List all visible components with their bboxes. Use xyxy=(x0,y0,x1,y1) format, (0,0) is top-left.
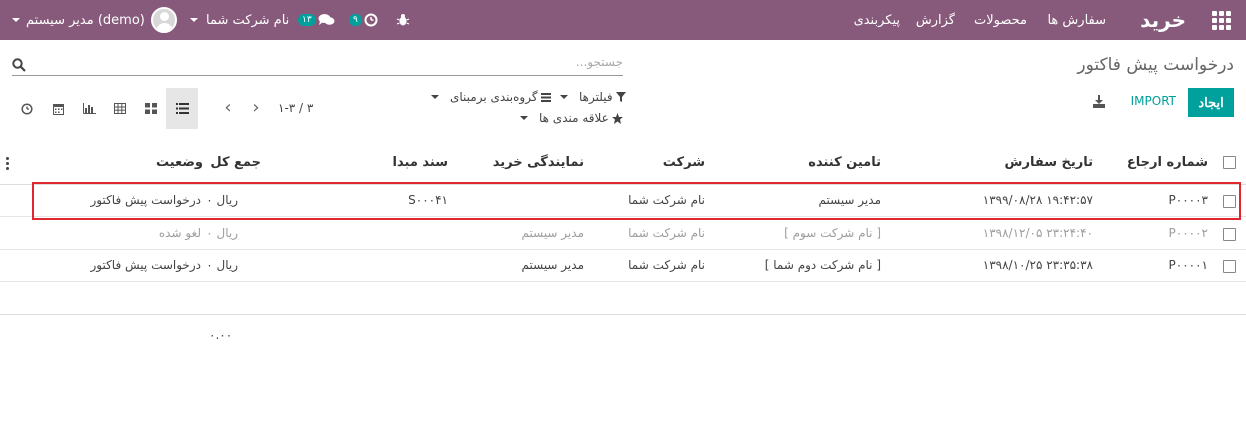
column-header-vendor[interactable]: تامین کننده xyxy=(808,155,881,170)
table-row[interactable]: P۰۰۰۰۲ ۱۳۹۸/۱۲/۰۵ ۲۳:۲۴:۴۰ [ نام شرکت سو… xyxy=(0,218,1246,250)
column-header-company[interactable]: شرکت xyxy=(663,155,705,170)
groupby-label: گروه‌بندی برمبنای xyxy=(450,90,538,104)
groupby-button[interactable]: گروه‌بندی برمبنای xyxy=(431,90,551,104)
cell-reference: P۰۰۰۰۲ xyxy=(1168,226,1208,240)
table-footer xyxy=(0,314,1246,315)
cell-order-date: ۱۳۹۸/۱۰/۲۵ ۲۳:۳۵:۳۸ xyxy=(982,258,1093,272)
chevron-down-icon xyxy=(190,18,198,22)
row-checkbox[interactable] xyxy=(1223,228,1236,241)
cell-purchase-rep: مدیر سیستم xyxy=(521,258,585,272)
app-brand[interactable]: خرید xyxy=(1140,0,1186,40)
comments-icon xyxy=(318,14,335,25)
column-header-status[interactable]: وضعیت xyxy=(156,155,203,170)
pager-next-icon[interactable]: › xyxy=(250,99,262,117)
user-name: مدیر سیستم (demo) xyxy=(26,12,145,28)
company-name: نام شرکت شما xyxy=(206,12,290,28)
column-header-reference[interactable]: شماره ارجاع xyxy=(1127,155,1208,170)
column-header-order-date[interactable]: تاریخ سفارش xyxy=(1005,155,1093,170)
cell-total: ۰ ریال xyxy=(206,226,238,240)
download-icon[interactable] xyxy=(1093,95,1105,108)
cell-reference: P۰۰۰۰۳ xyxy=(1168,193,1208,207)
user-menu[interactable]: مدیر سیستم (demo) xyxy=(12,0,177,40)
bars-icon xyxy=(540,92,551,102)
cell-status: درخواست پیش فاکتور xyxy=(90,258,201,272)
messaging-button[interactable]: ۱۳ xyxy=(298,0,335,40)
top-navbar: خرید سفارش ها محصولات گزارش پیکربندی ۹ ۱… xyxy=(0,0,1246,40)
cell-status: درخواست پیش فاکتور xyxy=(90,193,201,207)
list-view-icon[interactable] xyxy=(166,88,198,129)
activity-count-badge: ۹ xyxy=(349,14,362,26)
chevron-down-icon xyxy=(12,18,20,22)
create-button[interactable]: ایجاد xyxy=(1188,88,1234,117)
empty-row xyxy=(0,283,1246,315)
filters-label: فیلترها xyxy=(579,90,613,104)
page-title: درخواست پیش فاکتور xyxy=(1077,55,1234,75)
cell-purchase-rep: مدیر سیستم xyxy=(521,226,585,240)
select-all-checkbox[interactable] xyxy=(1223,156,1236,169)
cell-vendor: [ نام شرکت دوم شما ] xyxy=(764,258,881,272)
column-header-source[interactable]: سند مبدا xyxy=(393,155,448,170)
cell-vendor: مدیر سیستم xyxy=(818,193,882,207)
debug-bug-icon[interactable] xyxy=(396,0,410,40)
cell-total: ۰ ریال xyxy=(206,193,238,207)
row-checkbox[interactable] xyxy=(1223,260,1236,273)
footer-total: ۰.۰۰ xyxy=(209,328,233,342)
table-header: شماره ارجاع تاریخ سفارش تامین کننده شرکت… xyxy=(0,143,1246,185)
pivot-view-icon[interactable] xyxy=(104,88,136,129)
cell-order-date: ۱۳۹۸/۱۲/۰۵ ۲۳:۲۴:۴۰ xyxy=(982,226,1093,240)
favorites-button[interactable]: علاقه مندی ها xyxy=(520,111,623,125)
pager-value[interactable]: ۱-۳ / ۳ xyxy=(278,101,313,115)
star-icon xyxy=(611,112,623,124)
filters-button[interactable]: فیلترها xyxy=(560,90,626,104)
kanban-view-icon[interactable] xyxy=(135,88,167,129)
optional-columns-icon[interactable] xyxy=(6,157,9,172)
table-row[interactable]: P۰۰۰۰۱ ۱۳۹۸/۱۰/۲۵ ۲۳:۳۵:۳۸ [ نام شرکت دو… xyxy=(0,250,1246,282)
search-bar xyxy=(12,52,623,76)
row-checkbox[interactable] xyxy=(1223,195,1236,208)
menu-orders[interactable]: سفارش ها xyxy=(1047,0,1106,40)
company-switcher[interactable]: نام شرکت شما xyxy=(190,0,289,40)
chevron-down-icon xyxy=(431,95,439,99)
chevron-down-icon xyxy=(520,116,528,120)
favorites-label: علاقه مندی ها xyxy=(539,111,609,125)
calendar-view-icon[interactable] xyxy=(42,88,74,129)
menu-products[interactable]: محصولات xyxy=(974,0,1027,40)
avatar xyxy=(150,7,177,33)
search-icon[interactable] xyxy=(12,58,26,72)
graph-view-icon[interactable] xyxy=(73,88,105,129)
activity-view-icon[interactable] xyxy=(11,88,43,129)
clock-icon xyxy=(364,13,378,27)
menu-reporting[interactable]: گزارش xyxy=(916,0,955,40)
cell-vendor: [ نام شرکت سوم ] xyxy=(784,226,881,240)
table-row[interactable]: P۰۰۰۰۳ ۱۳۹۹/۰۸/۲۸ ۱۹:۴۲:۵۷ مدیر سیستم نا… xyxy=(0,185,1246,217)
activities-button[interactable]: ۹ xyxy=(349,0,378,40)
cell-order-date: ۱۳۹۹/۰۸/۲۸ ۱۹:۴۲:۵۷ xyxy=(982,193,1093,207)
cell-company: نام شرکت شما xyxy=(628,193,705,207)
column-header-total[interactable]: جمع کل xyxy=(210,155,261,170)
import-button[interactable]: IMPORT xyxy=(1131,94,1176,108)
search-input[interactable] xyxy=(53,55,623,69)
cell-total: ۰ ریال xyxy=(206,258,238,272)
filter-icon xyxy=(615,92,626,102)
cell-company: نام شرکت شما xyxy=(628,226,705,240)
chat-count-badge: ۱۳ xyxy=(298,14,316,26)
column-header-purchase-rep[interactable]: نمایندگی خرید xyxy=(493,155,584,170)
chevron-down-icon xyxy=(560,95,568,99)
cell-status: لغو شده xyxy=(158,226,201,240)
pager-previous-icon[interactable]: ‹ xyxy=(222,99,234,117)
cell-company: نام شرکت شما xyxy=(628,258,705,272)
apps-menu-icon[interactable] xyxy=(1212,0,1234,40)
cell-source: S۰۰۰۴۱ xyxy=(408,193,448,207)
menu-configuration[interactable]: پیکربندی xyxy=(854,0,900,40)
cell-reference: P۰۰۰۰۱ xyxy=(1168,258,1208,272)
